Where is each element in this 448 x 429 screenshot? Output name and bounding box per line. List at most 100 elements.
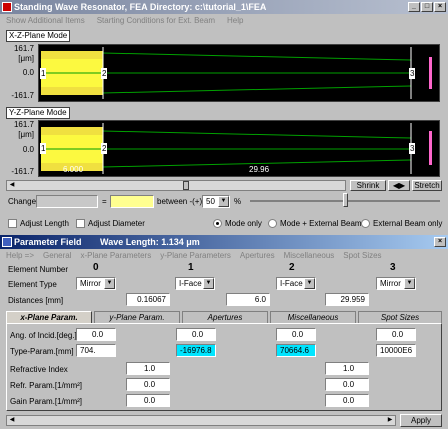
gain-param-2[interactable]: 0.0 <box>325 394 369 407</box>
adjust-diameter-label: Adjust Diameter <box>88 219 145 228</box>
refr-param-0[interactable]: 0.0 <box>126 378 170 391</box>
apply-button[interactable]: Apply <box>400 414 442 427</box>
minimize-button[interactable]: _ <box>408 2 420 12</box>
refractive-index-0[interactable]: 1.0 <box>126 362 170 375</box>
refr-param-label: Refr. Param.[1/mm²] <box>10 381 83 390</box>
mode-ext-label: Mode + External Beam <box>280 219 362 228</box>
yz-element-3: 3 <box>409 143 416 154</box>
yz-y-top: 161.7 <box>13 120 34 129</box>
shrink-button[interactable]: Shrink <box>350 180 386 191</box>
param-menu-help[interactable]: Help => <box>6 250 34 262</box>
angle-2[interactable]: 0.0 <box>276 328 316 341</box>
element-number-3: 3 <box>390 262 396 273</box>
xz-plane-label: X-Z-Plane Mode <box>6 30 71 42</box>
distance-2-3[interactable]: 29.959 <box>325 293 369 306</box>
type-param-0[interactable]: 704. <box>76 344 116 357</box>
scroll-left-arrow[interactable]: ◀ <box>7 181 17 190</box>
ext-only-label: External Beam only <box>373 219 443 228</box>
mode-ext-radio[interactable] <box>268 219 277 228</box>
xz-y-zero: 0.0 <box>22 68 34 77</box>
xz-element-1: 1 <box>40 68 47 79</box>
param-app-icon <box>2 237 12 247</box>
yz-y-bottom: -161.7 <box>11 167 34 176</box>
main-title: Standing Wave Resonator, FEA Directory: … <box>14 2 267 12</box>
scroll-thumb[interactable] <box>183 181 189 190</box>
change-slider-thumb[interactable] <box>343 193 348 207</box>
adjust-diameter-checkbox[interactable] <box>76 219 85 228</box>
main-titlebar: Standing Wave Resonator, FEA Directory: … <box>0 0 448 14</box>
param-titlebar: Parameter Field Wave Length: 1.134 μm × <box>0 235 448 249</box>
element-type-0[interactable]: Mirror ▼ <box>76 277 116 290</box>
change-equals: = <box>102 197 107 206</box>
param-menu-misc[interactable]: Miscellaneous <box>284 250 335 262</box>
xz-element-3: 3 <box>409 68 416 79</box>
param-menu-xplane[interactable]: x-Plane Parameters <box>81 250 152 262</box>
distance-0-1[interactable]: 0.16067 <box>126 293 170 306</box>
xz-element-2: 2 <box>101 68 108 79</box>
element-type-3[interactable]: Mirror ▼ <box>376 277 416 290</box>
param-menu-yplane[interactable]: y-Plane Parameters <box>160 250 231 262</box>
stretch-button[interactable]: Stretch <box>412 180 442 191</box>
adjust-length-checkbox[interactable] <box>8 219 17 228</box>
app-icon <box>2 2 12 12</box>
menu-help[interactable]: Help <box>227 15 243 27</box>
yz-element-1: 1 <box>40 143 47 154</box>
xz-y-top: 161.7 <box>13 44 34 53</box>
element-number-2: 2 <box>289 262 295 273</box>
mode-only-label: Mode only <box>225 219 262 228</box>
angle-1[interactable]: 0.0 <box>176 328 216 341</box>
yz-distance-1: 6.000 <box>63 165 84 174</box>
change-label: Change <box>8 197 37 206</box>
type-param-1[interactable]: -16976.8 <box>176 344 216 357</box>
type-param-label: Type-Param.[mm] <box>10 347 74 356</box>
element-type-1[interactable]: I-Face ▼ <box>175 277 215 290</box>
param-scroll-left[interactable]: ◀ <box>7 416 17 425</box>
type-param-3[interactable]: 10000E6 <box>376 344 416 357</box>
distance-1-2[interactable]: 6.0 <box>226 293 270 306</box>
gain-param-0[interactable]: 0.0 <box>126 394 170 407</box>
param-scroll-right[interactable]: ▶ <box>385 416 395 425</box>
refractive-index-2[interactable]: 1.0 <box>325 362 369 375</box>
xz-y-bottom: -161.7 <box>11 91 34 100</box>
change-value-field[interactable] <box>110 195 154 208</box>
param-menu-spotsizes[interactable]: Spot Sizes <box>343 250 381 262</box>
distances-label: Distances [mm] <box>8 296 64 305</box>
param-menubar: Help => General x-Plane Parameters y-Pla… <box>0 250 448 262</box>
type-param-2[interactable]: 70664.6 <box>276 344 316 357</box>
close-button[interactable]: × <box>434 2 446 12</box>
adjust-length-label: Adjust Length <box>20 219 69 228</box>
yz-y-zero: 0.0 <box>22 145 34 154</box>
xz-mode-svg <box>41 47 432 99</box>
yz-plane-label: Y-Z-Plane Mode <box>6 107 70 119</box>
wavelength-label: Wave Length: 1.134 μm <box>100 237 200 247</box>
yz-mode-plot[interactable]: 1 2 3 6.000 29.96 <box>38 120 440 177</box>
angle-label: Ang. of Incid.[deg.] <box>10 331 77 340</box>
element-number-1: 1 <box>188 262 194 273</box>
element-number-0: 0 <box>93 262 99 273</box>
xz-mode-plot[interactable]: 1 2 3 <box>38 44 440 102</box>
param-menu-apertures[interactable]: Apertures <box>240 250 275 262</box>
xz-y-unit: [μm] <box>18 54 34 63</box>
plot-hscrollbar[interactable]: ◀ <box>6 180 346 191</box>
param-title: Parameter Field <box>14 237 82 247</box>
param-hscrollbar[interactable]: ◀ ▶ <box>6 415 396 426</box>
shrink-stretch-arrows[interactable]: ◀▶ <box>388 180 410 191</box>
change-parameter-field[interactable] <box>36 195 98 208</box>
angle-3[interactable]: 0.0 <box>376 328 416 341</box>
angle-0[interactable]: 0.0 <box>76 328 116 341</box>
element-number-label: Element Number <box>8 265 69 274</box>
param-menu-general[interactable]: General <box>43 250 71 262</box>
between-label: between -(+) <box>157 197 203 206</box>
menu-starting-conditions[interactable]: Starting Conditions for Ext. Beam <box>97 15 215 27</box>
param-close-button[interactable]: × <box>434 237 446 247</box>
element-type-2[interactable]: I-Face ▼ <box>276 277 316 290</box>
main-menubar: Show Additional Items Starting Condition… <box>0 15 448 27</box>
element-type-label: Element Type <box>8 280 57 289</box>
ext-only-radio[interactable] <box>361 219 370 228</box>
refr-param-2[interactable]: 0.0 <box>325 378 369 391</box>
gain-param-label: Gain Param.[1/mm²] <box>10 397 83 406</box>
mode-only-radio[interactable] <box>213 219 222 228</box>
menu-show-additional[interactable]: Show Additional Items <box>6 15 85 27</box>
percent-select[interactable]: 50 ▼ <box>202 195 230 208</box>
maximize-button[interactable]: □ <box>421 2 433 12</box>
